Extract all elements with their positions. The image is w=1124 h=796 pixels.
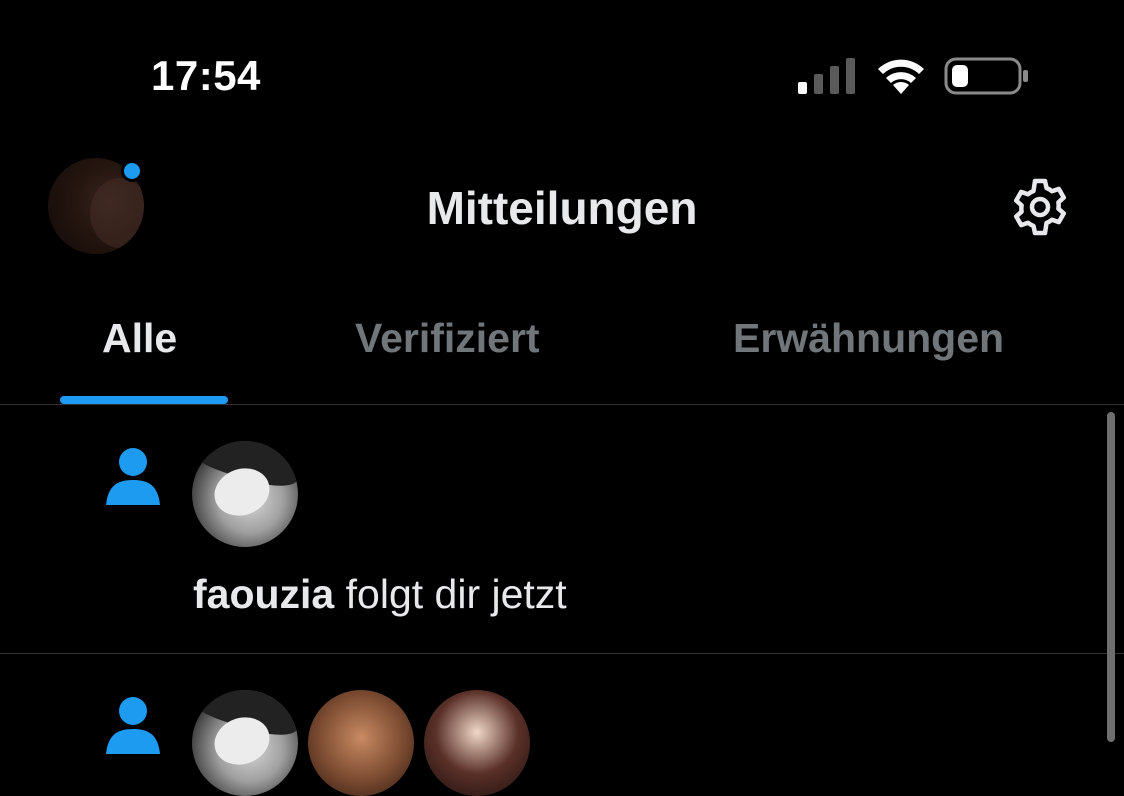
notification-message: folgt dir jetzt <box>334 571 567 617</box>
wifi-icon <box>878 59 924 94</box>
unread-dot <box>121 160 143 182</box>
scrollbar[interactable] <box>1107 412 1115 742</box>
row-divider <box>0 653 1124 654</box>
person-icon <box>106 448 160 505</box>
user-avatar[interactable] <box>308 690 414 796</box>
notification-tabs: Alle Verifiziert Erwähnungen <box>0 300 1124 404</box>
tab-alle[interactable]: Alle <box>102 312 177 364</box>
gear-icon[interactable] <box>1008 175 1072 239</box>
user-avatar[interactable] <box>424 690 530 796</box>
person-icon <box>106 697 160 754</box>
user-avatar[interactable] <box>192 690 298 796</box>
status-time: 17:54 <box>151 52 261 99</box>
page-title: Mitteilungen <box>426 182 698 234</box>
tab-verifiziert[interactable]: Verifiziert <box>355 312 540 364</box>
notification-username[interactable]: faouzia <box>193 571 334 617</box>
active-tab-indicator <box>60 396 228 404</box>
cellular-signal-icon <box>798 58 855 94</box>
tabs-divider <box>0 404 1124 405</box>
user-avatar[interactable] <box>192 441 298 547</box>
battery-icon <box>944 57 1028 95</box>
tab-erwaehnungen[interactable]: Erwähnungen <box>733 312 1004 364</box>
notification-text: faouzia folgt dir jetzt <box>193 566 567 622</box>
